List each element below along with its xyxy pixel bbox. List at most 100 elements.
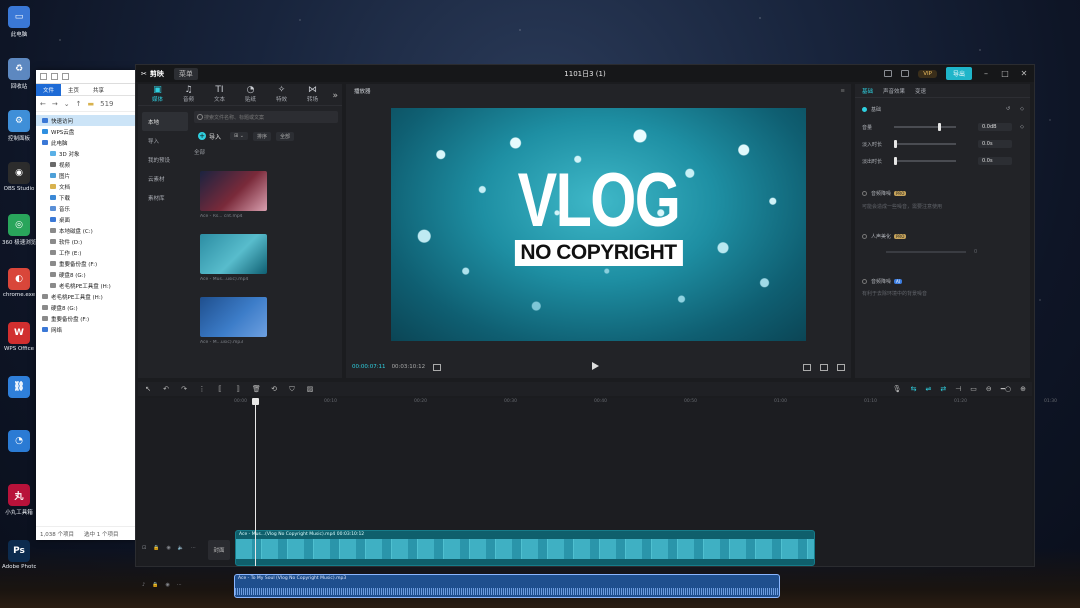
fadeout-slider[interactable] xyxy=(894,157,956,165)
select-cursor-icon[interactable]: ↖ xyxy=(144,385,152,393)
fullscreen-icon[interactable] xyxy=(837,363,845,371)
image-icon[interactable]: ▨ xyxy=(306,385,314,393)
media-search-input[interactable]: 搜索文件名称、标题或文案 xyxy=(194,111,338,123)
up-arrow-icon[interactable]: ↑ xyxy=(76,100,82,108)
explorer-nav-item[interactable]: 桌面 xyxy=(36,214,136,225)
fadein-slider-knob[interactable] xyxy=(894,140,897,148)
volume-keyframe-icon[interactable]: ◇ xyxy=(1020,124,1024,130)
mute-icon[interactable]: 🔈 xyxy=(178,545,184,551)
ribbon-tab-file[interactable]: 文件 xyxy=(36,83,62,96)
media-nav-item[interactable]: 我的预设 xyxy=(142,150,188,169)
explorer-nav-item[interactable]: 音乐 xyxy=(36,203,136,214)
media-thumbnail[interactable] xyxy=(200,234,267,274)
tool-tab[interactable]: ✧ 特效 xyxy=(266,85,297,105)
quick-access-icon[interactable] xyxy=(40,73,47,80)
tool-tab[interactable]: TI 文本 xyxy=(204,85,235,105)
desktop-icon[interactable]: ◐ chrome.exe xyxy=(2,268,36,298)
shortcut-icon[interactable] xyxy=(901,70,910,77)
view-mode-button[interactable]: ⊞ ⌄ xyxy=(230,132,248,140)
desktop-icon[interactable]: ◔ xyxy=(2,430,36,454)
explorer-nav-item[interactable]: 老毛桃PE工具盘 (H:) xyxy=(36,280,136,291)
audio-clip[interactable]: Ace - To My Soul (Vlog No Copyright Musi… xyxy=(234,574,780,598)
zoom-slider[interactable]: ━○ xyxy=(1001,385,1011,393)
microphone-icon[interactable]: 🎙 xyxy=(893,385,902,393)
media-nav-item[interactable]: 素材库 xyxy=(142,188,188,207)
crop-icon[interactable] xyxy=(803,363,811,371)
explorer-nav-item[interactable]: 快速访问 xyxy=(36,115,136,126)
vip-badge[interactable]: VIP xyxy=(918,69,937,78)
new-folder-icon[interactable] xyxy=(62,73,69,80)
sort-button[interactable]: 排序 xyxy=(252,131,271,141)
ribbon-tab-home[interactable]: 主页 xyxy=(61,84,86,96)
redo-icon[interactable]: ↷ xyxy=(180,385,188,393)
desktop-icon[interactable]: ◉ OBS Studio xyxy=(2,162,36,192)
explorer-address-bar[interactable]: ← → ⌄ ↑ ▬ 519 xyxy=(36,96,136,112)
preview-axis-icon[interactable]: ⊣ xyxy=(955,385,961,393)
lock-icon[interactable]: 🔒 xyxy=(153,545,159,551)
timeline[interactable]: 00:00 00:10 00:20 00:30 00:40 00:50 01:00 01:10… xyxy=(138,398,1057,598)
timeline-ruler[interactable]: 00:00 00:10 00:20 00:30 00:40 00:50 01:00 01:10… xyxy=(234,398,1057,408)
tool-tab[interactable]: ◔ 贴纸 xyxy=(235,85,266,105)
cover-button[interactable]: 封面 xyxy=(208,540,230,560)
more-tools-icon[interactable]: » xyxy=(332,91,338,105)
video-clip[interactable]: Ace - Mus...(Vlog No Copyright Music).mp… xyxy=(235,530,815,566)
desktop-icon[interactable]: 丸小丸工具箱 xyxy=(2,484,36,516)
fadeout-slider-knob[interactable] xyxy=(894,157,897,165)
desktop-icon[interactable]: ◎ 360 极速浏览器 xyxy=(2,214,36,246)
denoise-checkbox[interactable] xyxy=(862,278,867,284)
track-more-icon[interactable]: ⋯ xyxy=(191,545,196,551)
delete-icon[interactable]: 🗑 xyxy=(252,385,261,393)
desktop-icon[interactable]: ⚙ 控制面板 xyxy=(2,110,36,142)
explorer-nav-item[interactable]: 视频 xyxy=(36,159,136,170)
close-icon[interactable]: ✕ xyxy=(1019,69,1029,78)
properties-icon[interactable] xyxy=(51,73,58,80)
tab-basic[interactable]: 基础 xyxy=(862,87,873,95)
back-arrow-icon[interactable]: ← xyxy=(40,100,46,108)
basic-checkbox[interactable] xyxy=(862,106,867,112)
explorer-nav-item[interactable]: 重要备份盘 (F:) xyxy=(36,258,136,269)
layout-icon[interactable] xyxy=(884,70,893,77)
tool-tab[interactable]: ⋈ 转场 xyxy=(297,85,328,105)
voice-checkbox[interactable] xyxy=(862,233,867,239)
link-icon[interactable]: ⇄ xyxy=(940,385,946,393)
explorer-nav-item[interactable]: 软件 (D:) xyxy=(36,236,136,247)
keyframe-icon[interactable]: ◇ xyxy=(1020,106,1024,112)
forward-arrow-icon[interactable]: → xyxy=(52,100,58,108)
export-button[interactable]: 导出 xyxy=(945,67,972,80)
minimize-icon[interactable]: – xyxy=(981,69,991,78)
ribbon-tab-share[interactable]: 共享 xyxy=(86,84,111,96)
media-nav-item[interactable]: 导入 xyxy=(142,131,188,150)
explorer-nav-item[interactable]: 此电脑 xyxy=(36,137,136,148)
timecode-toggle-icon[interactable] xyxy=(433,363,442,371)
media-thumbnail[interactable] xyxy=(200,297,267,337)
audio-eye-icon[interactable]: ◉ xyxy=(165,582,169,588)
explorer-nav-item[interactable]: 3D 对象 xyxy=(36,148,136,159)
explorer-nav-item[interactable]: 图片 xyxy=(36,170,136,181)
explorer-nav-item[interactable]: 网络 xyxy=(36,324,136,335)
freeze-icon[interactable]: ⟲ xyxy=(270,385,278,393)
tab-sound-effects[interactable]: 声音效果 xyxy=(883,87,905,95)
playhead[interactable] xyxy=(252,398,259,566)
media-nav-item[interactable]: 本地 xyxy=(142,112,188,131)
split-right-icon[interactable]: ⟧ xyxy=(234,385,242,393)
explorer-nav-item[interactable]: 硬盘8 (G:) xyxy=(36,269,136,280)
fadein-slider[interactable] xyxy=(894,140,956,148)
caption-icon[interactable]: ▭ xyxy=(970,385,977,393)
explorer-nav-item[interactable]: 下载 xyxy=(36,192,136,203)
fadein-value[interactable]: 0.0s xyxy=(978,140,1012,148)
explorer-nav-item[interactable]: 工作 (E:) xyxy=(36,247,136,258)
explorer-nav-item[interactable]: 硬盘8 (G:) xyxy=(36,302,136,313)
reset-icon[interactable]: ↺ xyxy=(1006,106,1010,112)
tool-tab[interactable]: ♫ 音频 xyxy=(173,85,204,105)
explorer-nav-item[interactable]: 文档 xyxy=(36,181,136,192)
filter-button[interactable]: 全部 xyxy=(276,131,295,141)
audio-lock-icon[interactable]: 🔒 xyxy=(152,582,158,588)
shield-icon[interactable]: ⛉ xyxy=(288,385,296,394)
desktop-icon[interactable]: W WPS Office xyxy=(2,322,36,352)
player-menu-icon[interactable]: ≡ xyxy=(840,88,845,94)
loudness-checkbox[interactable] xyxy=(862,190,867,196)
ratio-icon[interactable] xyxy=(820,363,828,371)
play-icon[interactable] xyxy=(592,362,599,370)
fadeout-value[interactable]: 0.0s xyxy=(978,157,1012,165)
menu-button[interactable]: 菜单 xyxy=(173,67,198,80)
